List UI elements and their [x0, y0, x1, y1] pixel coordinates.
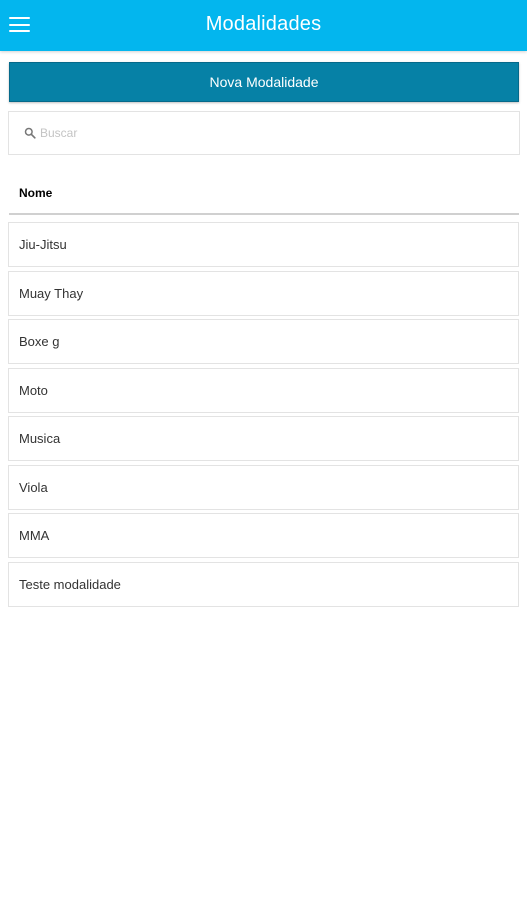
table-column-header[interactable]: Nome: [9, 174, 519, 215]
list-item[interactable]: MMA: [8, 513, 519, 558]
new-modality-button[interactable]: Nova Modalidade: [9, 62, 519, 102]
list-item-label: Viola: [19, 479, 48, 495]
list-item-label: Boxe g: [19, 334, 60, 349]
list-item-label: MMA: [19, 528, 50, 543]
search-icon: [24, 127, 36, 139]
list-item[interactable]: Moto: [8, 367, 519, 413]
list-item[interactable]: Teste modalidade: [8, 561, 519, 607]
list-item[interactable]: Muay Thay: [8, 270, 519, 316]
list-item-label: Jiu-Jitsu: [19, 237, 67, 252]
list-item[interactable]: Musica: [8, 416, 519, 461]
list-item-label: Muay Thay: [19, 285, 84, 301]
modality-list: Jiu-Jitsu Muay Thay Boxe g Moto Musica V…: [8, 222, 519, 610]
list-item-label: Musica: [19, 431, 61, 446]
page-title: Modalidades: [205, 13, 322, 35]
list-item[interactable]: Viola: [8, 464, 519, 510]
list-item[interactable]: Jiu-Jitsu: [8, 222, 519, 267]
list-item[interactable]: Boxe g: [8, 319, 519, 364]
search-input[interactable]: [40, 122, 500, 144]
list-item-label: Moto: [19, 382, 48, 398]
column-header-name: Nome: [19, 186, 53, 200]
app-screen: Modalidades Nova Modalidade Nome Jiu-Jit…: [0, 0, 527, 900]
search-field[interactable]: [8, 111, 520, 155]
top-app-bar: Modalidades: [0, 0, 527, 51]
list-item-label: Teste modalidade: [19, 576, 121, 592]
